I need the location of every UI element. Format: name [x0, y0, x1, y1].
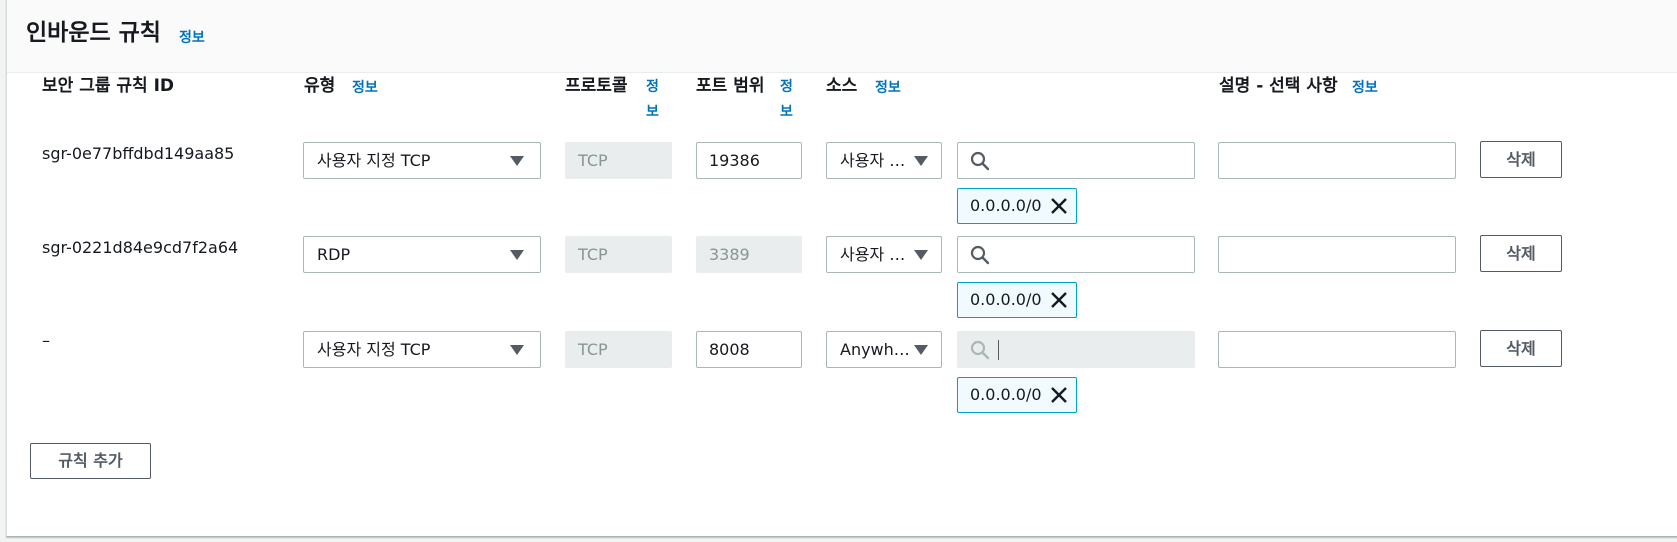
col-protocol: 프로토콜	[565, 76, 628, 96]
search-icon	[970, 340, 990, 360]
cidr-search-input[interactable]	[957, 331, 1195, 368]
cidr-search-input[interactable]	[957, 236, 1195, 273]
delete-button[interactable]: 삭제	[1480, 141, 1562, 178]
cidr-token: 0.0.0.0/0	[957, 188, 1077, 224]
col-type: 유형	[304, 76, 336, 96]
type-select-value: 사용자 지정 TCP	[317, 340, 431, 359]
col-description: 설명 - 선택 사항	[1219, 76, 1338, 96]
description-input[interactable]	[1218, 236, 1456, 273]
protocol-field: TCP	[565, 331, 672, 368]
source-select[interactable]: 사용자 …	[826, 142, 942, 179]
caret-down-icon	[510, 250, 524, 260]
source-select-value: Anywh…	[840, 340, 910, 359]
source-select-value: 사용자 …	[840, 151, 906, 170]
rule-id: sgr-0221d84e9cd7f2a64	[42, 238, 239, 257]
close-icon[interactable]	[1049, 385, 1069, 405]
type-select[interactable]: 사용자 지정 TCP	[303, 142, 541, 179]
col-rule-id: 보안 그룹 규칙 ID	[42, 76, 175, 96]
caret-down-icon	[914, 250, 928, 260]
rule-id: –	[42, 331, 50, 350]
caret-down-icon	[914, 156, 928, 166]
close-icon[interactable]	[1049, 290, 1069, 310]
add-rule-button[interactable]: 규칙 추가	[30, 443, 151, 479]
description-input[interactable]	[1218, 142, 1456, 179]
text-cursor	[998, 340, 999, 360]
type-select-value: 사용자 지정 TCP	[317, 151, 431, 170]
page-title: 인바운드 규칙	[26, 20, 161, 46]
col-description-info-link[interactable]: 정보	[1352, 77, 1378, 97]
col-port-info-link[interactable]: 정보	[780, 75, 798, 125]
panel-header	[7, 0, 1677, 73]
header-info-link[interactable]: 정보	[179, 27, 205, 47]
caret-down-icon	[510, 345, 524, 355]
description-input[interactable]	[1218, 331, 1456, 368]
col-type-info-link[interactable]: 정보	[352, 77, 378, 97]
port-range-input[interactable]: 8008	[696, 331, 802, 368]
caret-down-icon	[510, 156, 524, 166]
close-icon[interactable]	[1049, 196, 1069, 216]
cidr-token: 0.0.0.0/0	[957, 377, 1077, 413]
port-range-input[interactable]: 19386	[696, 142, 802, 179]
type-select[interactable]: RDP	[303, 236, 541, 273]
col-source-info-link[interactable]: 정보	[875, 77, 901, 97]
source-select[interactable]: 사용자 …	[826, 236, 942, 273]
type-select[interactable]: 사용자 지정 TCP	[303, 331, 541, 368]
search-icon	[970, 151, 990, 171]
source-select[interactable]: Anywh…	[826, 331, 942, 368]
protocol-field: TCP	[565, 142, 672, 179]
rule-id: sgr-0e77bffdbd149aa85	[42, 144, 235, 163]
delete-button[interactable]: 삭제	[1480, 330, 1562, 367]
protocol-field: TCP	[565, 236, 672, 273]
col-port-range: 포트 범위	[696, 76, 765, 96]
search-icon	[970, 245, 990, 265]
col-source: 소스	[826, 76, 858, 96]
type-select-value: RDP	[317, 245, 351, 264]
delete-button[interactable]: 삭제	[1480, 235, 1562, 272]
cidr-token: 0.0.0.0/0	[957, 282, 1077, 318]
cidr-search-input[interactable]	[957, 142, 1195, 179]
cidr-token-label: 0.0.0.0/0	[970, 290, 1042, 309]
cidr-token-label: 0.0.0.0/0	[970, 196, 1042, 215]
port-range-field: 3389	[696, 236, 802, 273]
source-select-value: 사용자 …	[840, 245, 906, 264]
caret-down-icon	[914, 345, 928, 355]
cidr-token-label: 0.0.0.0/0	[970, 385, 1042, 404]
col-protocol-info-link[interactable]: 정보	[646, 75, 664, 125]
